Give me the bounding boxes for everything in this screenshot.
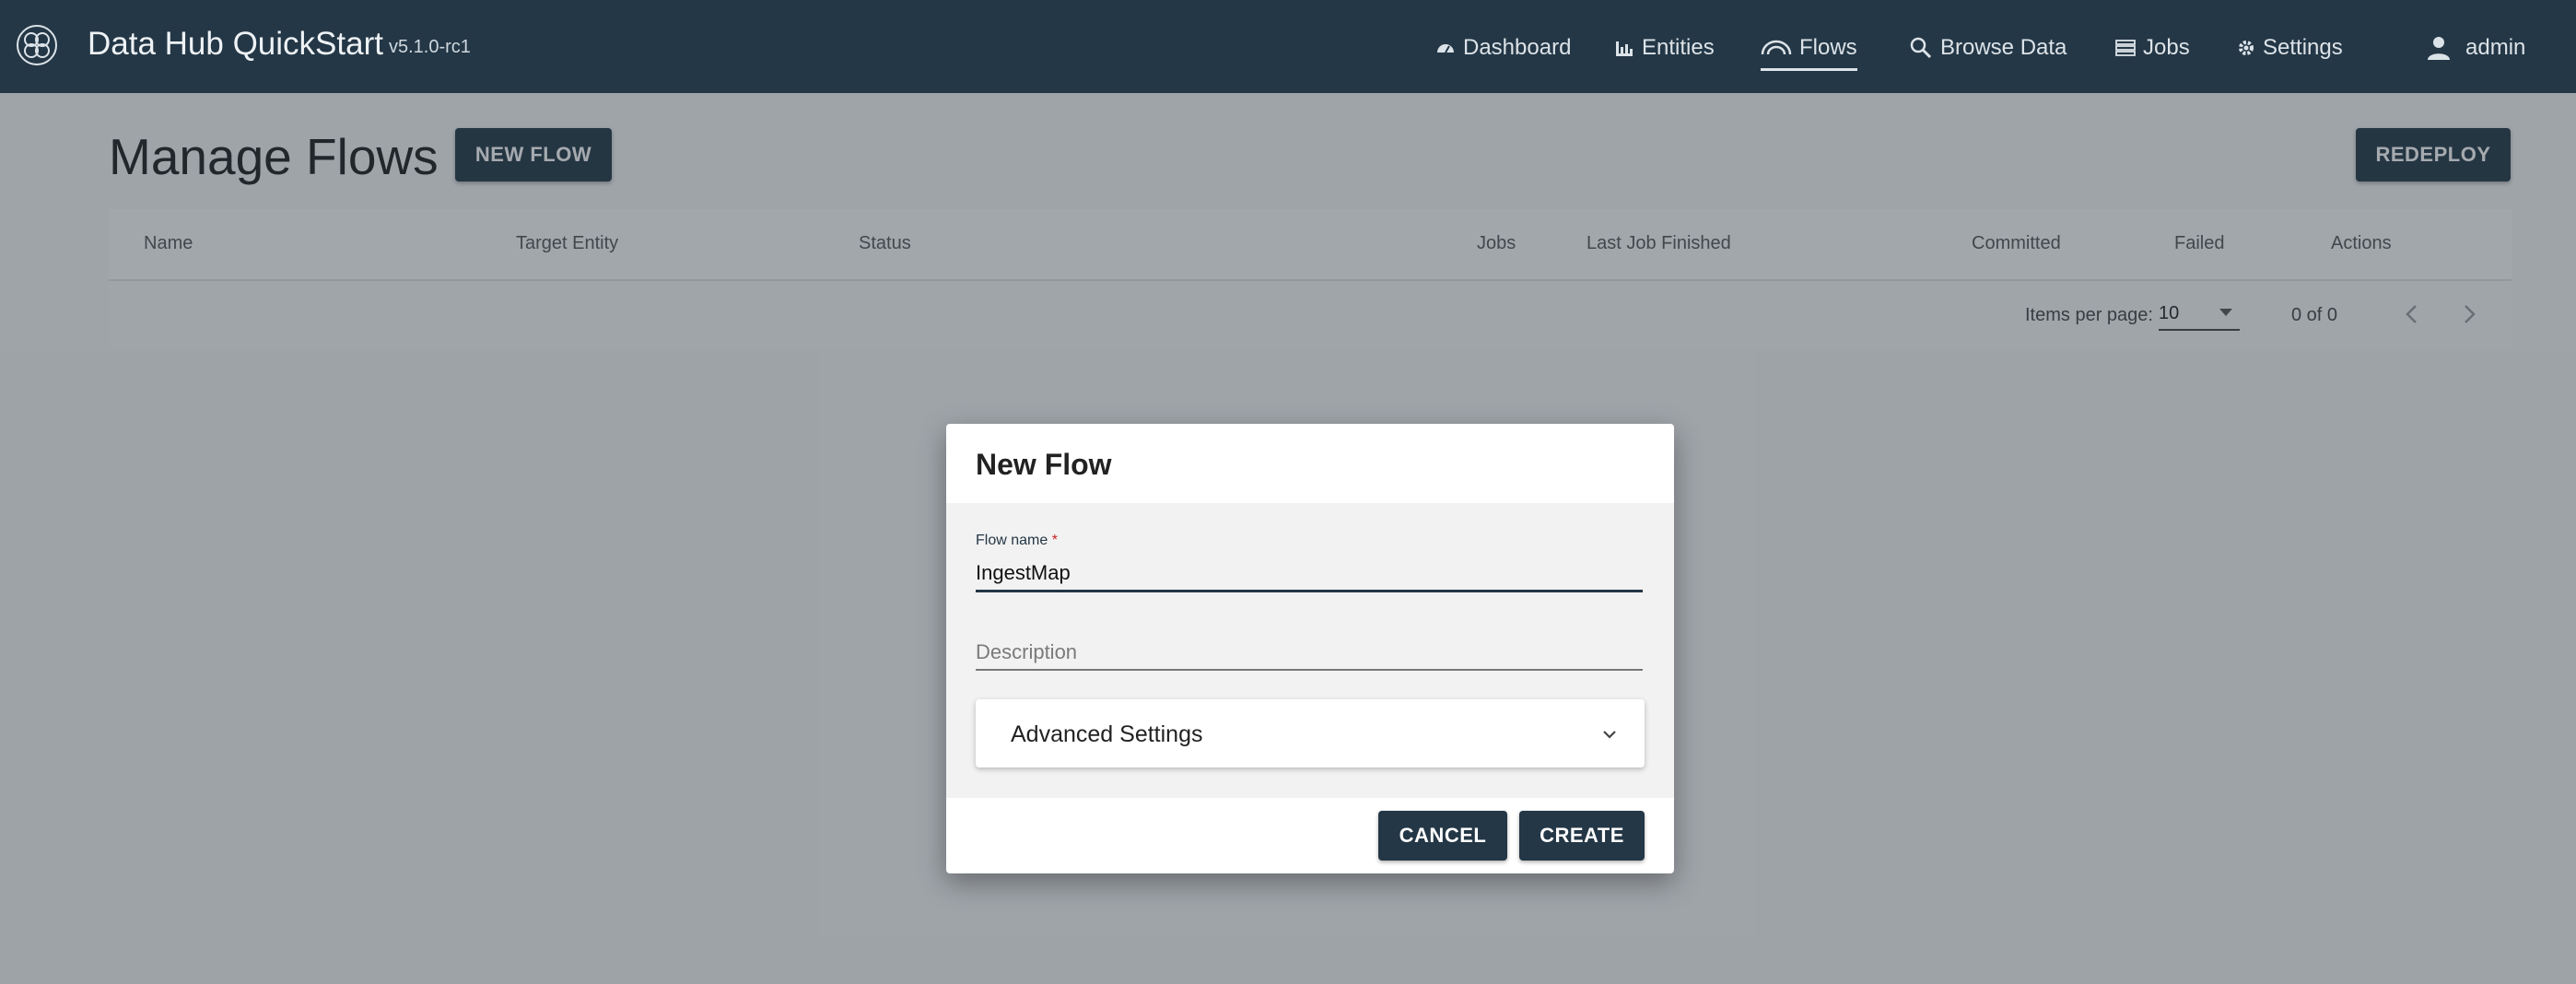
entities-icon (1616, 41, 1633, 56)
nav-entities[interactable]: Entities (1614, 28, 1715, 68)
search-icon (1910, 37, 1932, 59)
user-name: admin (2465, 35, 2526, 60)
nav-browse-data-label: Browse Data (1940, 35, 2067, 60)
jobs-icon (2115, 40, 2136, 56)
nav-flows[interactable]: Flows (1761, 28, 1857, 71)
create-button[interactable]: CREATE (1519, 811, 1645, 861)
nav-dashboard-label: Dashboard (1463, 35, 1572, 60)
nav-flows-label: Flows (1799, 35, 1857, 60)
nav-browse-data[interactable]: Browse Data (1909, 28, 2067, 68)
required-marker: * (1051, 533, 1058, 548)
user-icon (2428, 37, 2450, 60)
dialog-title: New Flow (976, 448, 1112, 481)
advanced-settings-label: Advanced Settings (1011, 721, 1203, 747)
cancel-button[interactable]: CANCEL (1378, 811, 1507, 861)
app-version: v5.1.0-rc1 (389, 37, 471, 57)
user-menu[interactable]: admin (2427, 28, 2525, 68)
nav-settings[interactable]: Settings (2237, 28, 2343, 68)
top-navigation-bar: Data Hub QuickStart v5.1.0-rc1 Dashboard… (0, 0, 2576, 93)
nav-dashboard[interactable]: Dashboard (1435, 28, 1571, 68)
advanced-settings-panel[interactable]: Advanced Settings (976, 699, 1645, 767)
flow-name-label: Flow name * (976, 533, 1058, 549)
description-input[interactable] (976, 636, 1643, 671)
chevron-down-icon (1603, 731, 1616, 739)
nav-jobs-label: Jobs (2143, 35, 2190, 60)
nav-entities-label: Entities (1642, 35, 1715, 60)
flows-icon (1761, 40, 1792, 55)
gear-icon (2239, 41, 2254, 55)
new-flow-dialog: New Flow Flow name * Advanced Settings C… (946, 424, 1674, 873)
app-title[interactable]: Data Hub QuickStart (88, 26, 383, 63)
nav-settings-label: Settings (2263, 35, 2343, 60)
flow-name-label-text: Flow name (976, 533, 1048, 548)
flow-name-input[interactable] (976, 556, 1643, 592)
nav-jobs[interactable]: Jobs (2115, 28, 2190, 68)
active-tab-indicator (1761, 68, 1857, 71)
dashboard-icon (1437, 44, 1454, 53)
data-hub-logo-icon[interactable] (15, 23, 59, 67)
